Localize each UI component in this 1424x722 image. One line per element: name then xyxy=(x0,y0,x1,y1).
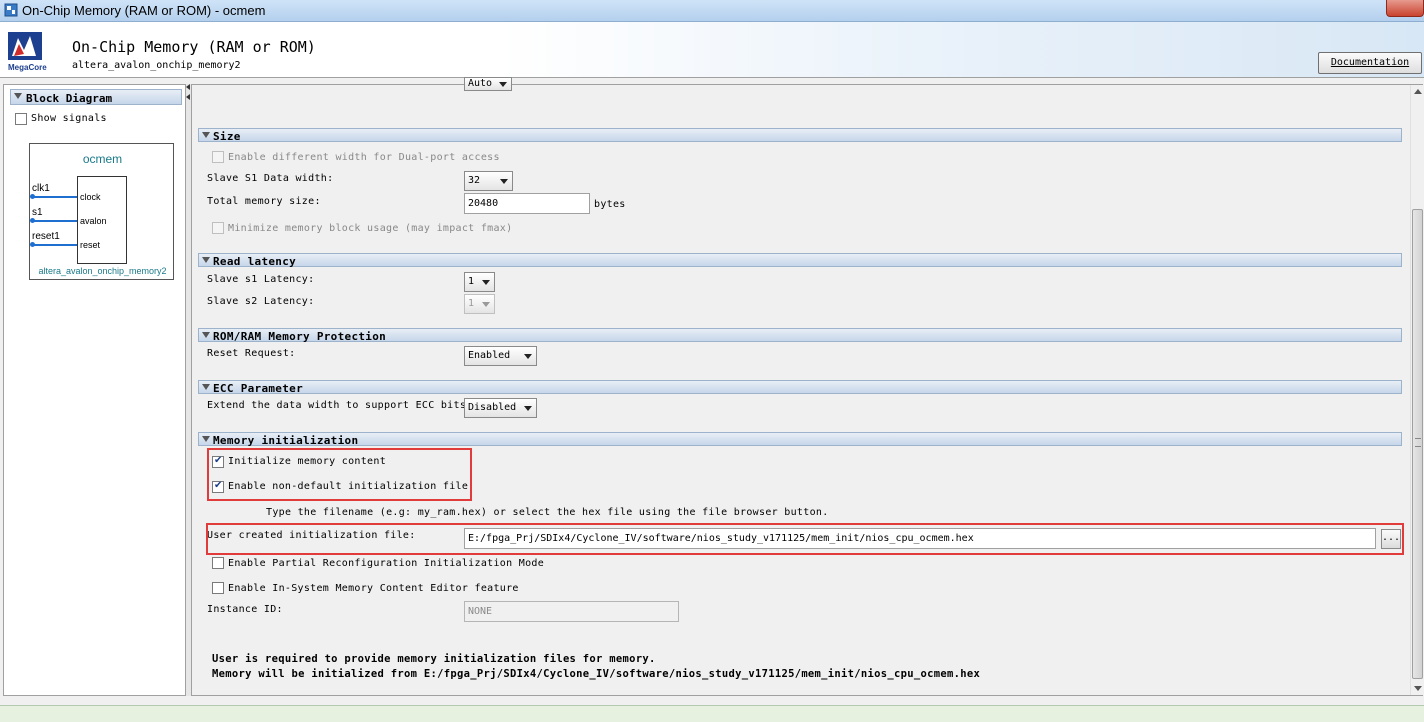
component-type-label: altera_avalon_onchip_memory2 xyxy=(38,266,167,276)
chevron-down-icon xyxy=(524,354,532,359)
dual-port-width-label: Enable different width for Dual-port acc… xyxy=(228,152,500,163)
collapse-triangle-icon xyxy=(202,132,210,138)
type-value: Auto xyxy=(468,78,493,89)
signal-wire xyxy=(32,244,77,246)
collapse-triangle-icon xyxy=(14,93,22,99)
signal-clk1: clk1 xyxy=(32,183,50,194)
component-header: MegaCore On-Chip Memory (RAM or ROM) alt… xyxy=(0,22,1424,78)
s2-latency-value: 1 xyxy=(468,298,475,309)
reset-request-label: Reset Request: xyxy=(207,348,296,359)
s1-latency-dropdown[interactable]: 1 xyxy=(464,272,495,292)
section-ecc-header[interactable]: ECC Parameter xyxy=(198,380,1402,395)
port-avalon: avalon xyxy=(80,216,107,226)
signal-reset1: reset1 xyxy=(32,231,60,242)
chevron-down-icon xyxy=(482,280,490,285)
in-system-editor-checkbox[interactable] xyxy=(212,582,224,594)
type-dropdown[interactable]: Auto xyxy=(464,77,512,91)
collapse-arrow-icon[interactable] xyxy=(186,84,190,90)
ecc-extend-label: Extend the data width to support ECC bit… xyxy=(207,400,473,411)
signal-s1: s1 xyxy=(32,207,43,218)
data-width-dropdown[interactable]: 32 xyxy=(464,171,513,191)
total-size-input[interactable]: 20480 xyxy=(464,193,590,214)
signal-dot xyxy=(30,218,35,223)
minimize-block-checkbox[interactable] xyxy=(212,222,224,234)
scrollbar-thumb[interactable] xyxy=(1412,209,1423,679)
show-signals-checkbox[interactable] xyxy=(15,113,27,125)
window-title: On-Chip Memory (RAM or ROM) - ocmem xyxy=(22,3,266,18)
file-hint-text: Type the filename (e.g: my_ram.hex) or s… xyxy=(266,507,829,518)
block-diagram-header[interactable]: Block Diagram xyxy=(10,89,182,105)
app-icon xyxy=(4,3,18,17)
chevron-down-icon xyxy=(500,179,508,184)
data-width-label: Slave S1 Data width: xyxy=(207,173,334,184)
component-subtitle: altera_avalon_onchip_memory2 xyxy=(72,60,241,71)
instance-id-input[interactable]: NONE xyxy=(464,601,679,622)
component-title: On-Chip Memory (RAM or ROM) xyxy=(72,38,316,56)
highlight-box-init-file xyxy=(206,523,1404,555)
signal-dot xyxy=(30,194,35,199)
s1-latency-label: Slave s1 Latency: xyxy=(207,274,315,285)
collapse-triangle-icon xyxy=(202,436,210,442)
reset-request-dropdown[interactable]: Enabled xyxy=(464,346,537,366)
status-bar xyxy=(0,705,1424,722)
instance-id-label: Instance ID: xyxy=(207,604,283,615)
section-ecc-title: ECC Parameter xyxy=(213,382,303,395)
info-message-1: User is required to provide memory initi… xyxy=(212,653,656,665)
parameters-pane: Auto Size Enable different width for Dua… xyxy=(191,77,1423,696)
window-titlebar: On-Chip Memory (RAM or ROM) - ocmem xyxy=(0,0,1424,22)
info-message-2: Memory will be initialized from E:/fpga_… xyxy=(212,668,981,680)
collapse-triangle-icon xyxy=(202,257,210,263)
scroll-down-icon[interactable] xyxy=(1414,686,1422,691)
reset-request-value: Enabled xyxy=(468,350,511,361)
partial-reconfig-checkbox[interactable] xyxy=(212,557,224,569)
signal-wire xyxy=(32,196,77,198)
component-instance-name: ocmem xyxy=(82,152,123,166)
total-size-unit: bytes xyxy=(594,199,626,210)
section-protection-header[interactable]: ROM/RAM Memory Protection xyxy=(198,328,1402,343)
chevron-down-icon xyxy=(499,82,507,87)
section-size-title: Size xyxy=(213,130,241,143)
partial-reconfig-label: Enable Partial Reconfiguration Initializ… xyxy=(228,558,545,569)
section-read-latency-title: Read latency xyxy=(213,255,297,268)
documentation-button[interactable]: Documentation xyxy=(1318,52,1422,74)
collapse-triangle-icon xyxy=(202,384,210,390)
component-body: clock avalon reset xyxy=(77,176,127,264)
megacore-logo: MegaCore xyxy=(8,32,47,72)
logo-text: MegaCore xyxy=(8,63,47,72)
port-clock: clock xyxy=(80,192,101,202)
highlight-box-checkboxes xyxy=(207,448,472,501)
collapse-arrow-icon[interactable] xyxy=(186,94,190,100)
section-read-latency-header[interactable]: Read latency xyxy=(198,253,1402,268)
collapse-triangle-icon xyxy=(202,332,210,338)
grip-icon xyxy=(1415,438,1421,447)
window-close-button[interactable] xyxy=(1386,0,1424,17)
section-size-header[interactable]: Size xyxy=(198,128,1402,143)
s1-latency-value: 1 xyxy=(468,276,475,287)
in-system-editor-label: Enable In-System Memory Content Editor f… xyxy=(228,583,519,594)
ecc-extend-dropdown[interactable]: Disabled xyxy=(464,398,537,418)
show-signals-label: Show signals xyxy=(31,113,107,124)
minimize-block-label: Minimize memory block usage (may impact … xyxy=(228,223,513,234)
block-diagram-heading: Block Diagram xyxy=(26,92,113,105)
ecc-extend-value: Disabled xyxy=(468,402,517,413)
port-reset: reset xyxy=(80,240,101,250)
section-protection-title: ROM/RAM Memory Protection xyxy=(213,330,387,343)
s2-latency-label: Slave s2 Latency: xyxy=(207,296,315,307)
chevron-down-icon xyxy=(482,302,490,307)
s2-latency-dropdown[interactable]: 1 xyxy=(464,294,495,314)
component-block: ocmem clock avalon reset clk1 s1 reset1 … xyxy=(29,143,174,280)
section-mem-init-header[interactable]: Memory initialization xyxy=(198,432,1402,447)
section-mem-init-title: Memory initialization xyxy=(213,434,359,447)
scroll-up-icon[interactable] xyxy=(1414,89,1422,94)
chevron-down-icon xyxy=(524,406,532,411)
signal-dot xyxy=(30,242,35,247)
total-size-label: Total memory size: xyxy=(207,196,321,207)
block-diagram-pane: Block Diagram Show signals ocmem clock a… xyxy=(3,84,186,696)
dual-port-width-checkbox[interactable] xyxy=(212,151,224,163)
vertical-scrollbar[interactable] xyxy=(1410,85,1423,695)
data-width-value: 32 xyxy=(468,175,481,186)
signal-wire xyxy=(32,220,77,222)
